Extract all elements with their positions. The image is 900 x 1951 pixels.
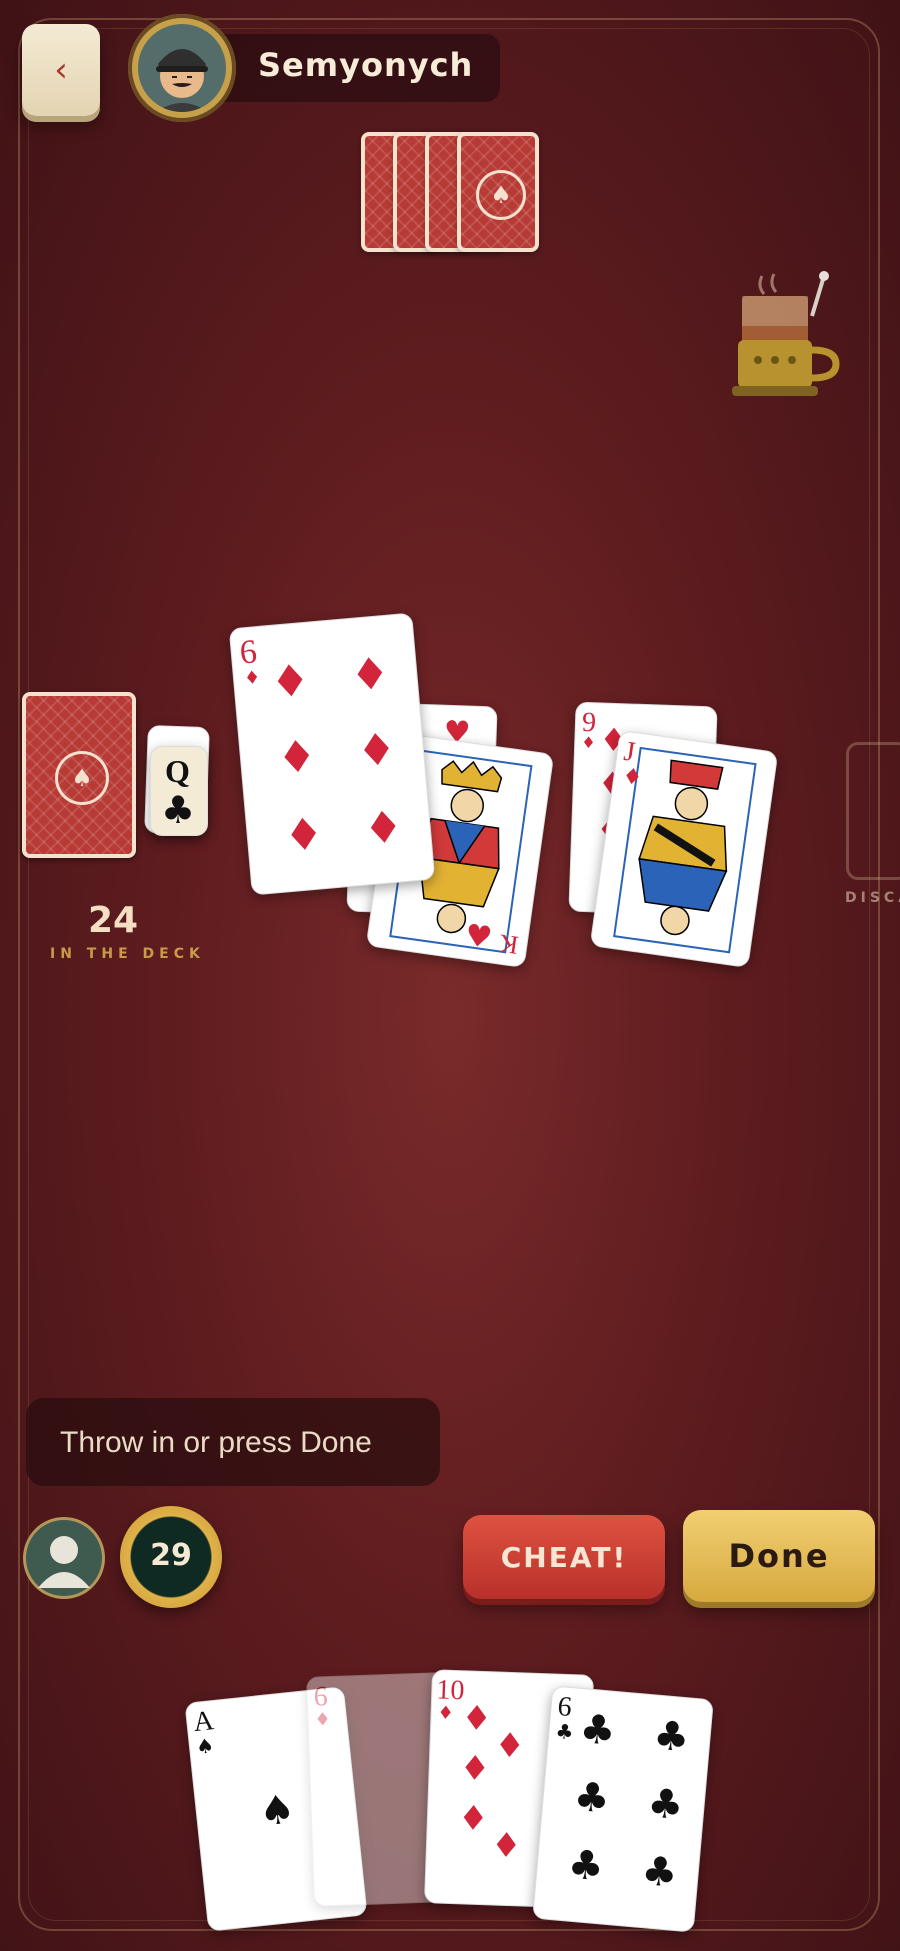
card-rank: 6 xyxy=(238,633,259,672)
club-icon: ♣ xyxy=(651,1712,692,1762)
diamond-icon: ♦ xyxy=(281,808,326,863)
club-icon: ♣ xyxy=(554,1718,575,1745)
card-rank: 6 xyxy=(556,1690,573,1724)
opponent-avatar[interactable] xyxy=(128,14,236,122)
club-icon: ♣ xyxy=(565,1841,606,1891)
club-icon: ♣ xyxy=(571,1773,612,1823)
trump-card: Q ♣ xyxy=(150,746,208,836)
back-button[interactable]: ‹ xyxy=(22,24,100,116)
spade-icon: ♠ xyxy=(256,1786,298,1836)
deck: ♠ xyxy=(22,692,136,858)
club-icon: ♣ xyxy=(577,1706,618,1755)
diamond-icon: ♦ xyxy=(275,730,319,785)
table-card-defense-2: J ♦ xyxy=(589,729,779,969)
diamond-icon: ♦ xyxy=(314,1709,332,1731)
diamond-icon: ♦ xyxy=(620,763,644,792)
spade-icon: ♠ xyxy=(194,1733,216,1759)
card-rank: 6 xyxy=(313,1681,329,1713)
discard-pile-outline xyxy=(846,742,900,880)
hand-card-4[interactable]: 6 ♣ ♣ ♣ ♣ ♣ ♣ ♣ xyxy=(532,1685,714,1933)
jack-diamonds-art xyxy=(613,746,757,954)
diamond-icon: ♦ xyxy=(361,801,406,856)
done-button[interactable]: Done xyxy=(683,1510,875,1602)
user-avatar-icon xyxy=(38,1536,90,1588)
diamond-icon: ♦ xyxy=(457,1798,490,1840)
opponent-face-icon xyxy=(156,49,208,112)
hint-text: Throw in or press Done xyxy=(60,1426,372,1459)
diamond-icon: ♦ xyxy=(458,1748,491,1790)
chevron-left-icon: ‹ xyxy=(54,50,68,90)
deck-count: 24 xyxy=(88,900,139,941)
club-icon: ♣ xyxy=(645,1780,686,1830)
turn-timer-value: 29 xyxy=(150,1538,192,1573)
diamond-icon: ♦ xyxy=(437,1702,455,1725)
player-avatar[interactable] xyxy=(26,1520,102,1596)
deck-label: IN THE DECK xyxy=(50,946,205,962)
diamond-icon: ♦ xyxy=(348,647,392,703)
diamond-icon: ♦ xyxy=(580,732,596,753)
diamond-icon: ♦ xyxy=(460,1698,493,1740)
diamond-icon: ♦ xyxy=(493,1725,526,1767)
diamond-icon: ♦ xyxy=(354,723,399,778)
spade-icon: ♠ xyxy=(55,751,109,805)
spade-icon: ♠ xyxy=(476,170,526,220)
club-icon: ♣ xyxy=(161,788,196,832)
cheat-button[interactable]: CHEAT! xyxy=(463,1515,665,1599)
trump-rank: Q xyxy=(165,753,190,789)
diamond-icon: ♦ xyxy=(268,654,313,709)
diamond-icon: ♦ xyxy=(490,1825,523,1867)
diamond-icon: ♦ xyxy=(243,667,262,690)
table-card-attack-1: 6 ♦ ♦ ♦ ♦ ♦ ♦ ♦ xyxy=(228,612,436,896)
card-rank: K xyxy=(497,928,521,960)
discard-label: DISCA xyxy=(845,890,900,906)
opponent-name: Semyonych xyxy=(258,46,474,84)
card-rank: 10 xyxy=(435,1674,465,1707)
opponent-card: ♠ xyxy=(457,132,539,252)
club-icon: ♣ xyxy=(639,1847,680,1897)
heart-icon: ♥ xyxy=(462,917,495,957)
tea-glass-icon xyxy=(732,271,840,396)
